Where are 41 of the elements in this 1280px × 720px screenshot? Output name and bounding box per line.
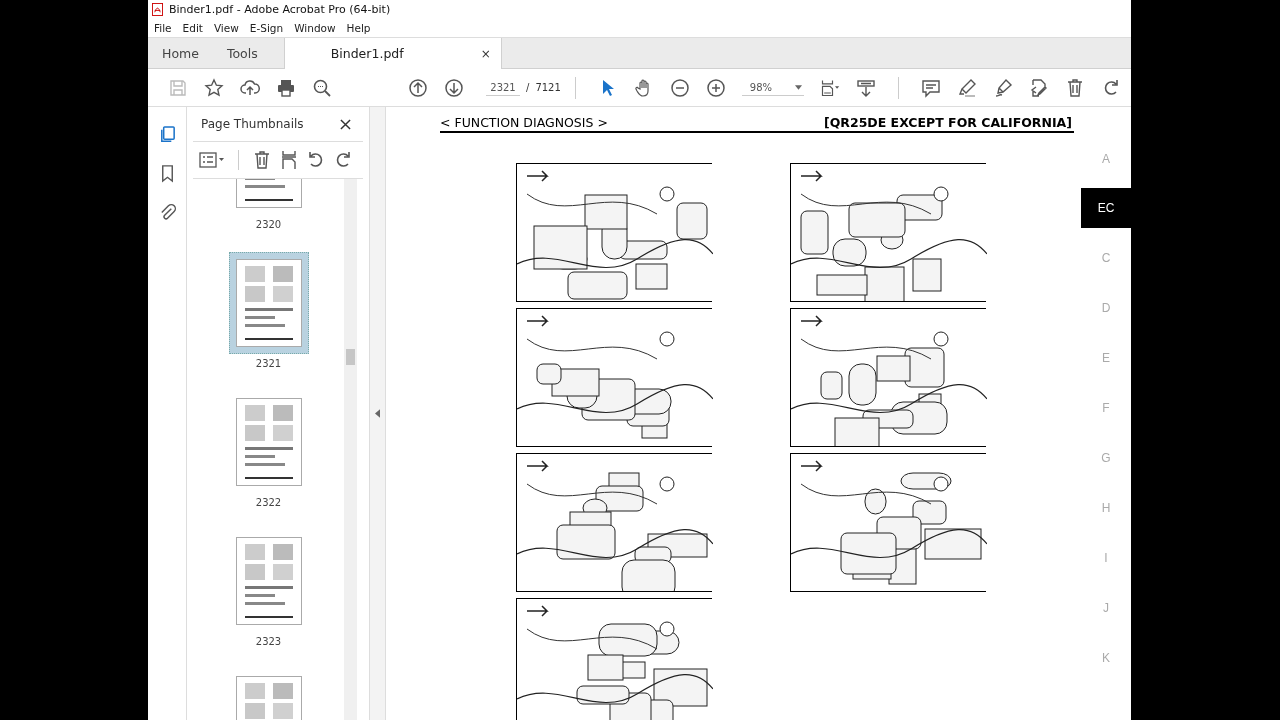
page-separator: / [526,82,530,93]
page-total: 7121 [535,82,561,93]
previous-page-icon[interactable] [408,77,428,98]
window-title: Binder1.pdf - Adobe Acrobat Pro (64-bit) [169,2,391,16]
panel-title: Page Thumbnails [201,117,304,131]
highlighter-icon[interactable] [956,77,977,98]
zoom-out-icon[interactable] [669,77,690,98]
scroll-mode-icon[interactable] [855,77,876,98]
scrollbar[interactable] [344,179,357,720]
close-icon[interactable] [340,118,351,130]
edit-document-icon[interactable] [1028,77,1049,98]
zoom-in-icon[interactable] [705,77,726,98]
menu-item[interactable]: File [154,21,172,34]
options-icon[interactable] [199,152,225,168]
menu-item[interactable]: Window [294,21,336,34]
page-number-field[interactable]: 2321 [486,79,520,96]
page-number: 2322 [255,497,282,508]
caret-icon[interactable] [794,84,802,90]
scrollbar-thumb[interactable] [346,349,355,365]
page-number: 2321 [255,358,282,369]
menu-item[interactable]: Help [346,21,371,34]
menu-item[interactable]: View [213,21,239,34]
zoom-dropdown[interactable]: 98% [741,79,804,96]
trash-icon[interactable] [252,150,272,170]
cloud-upload-icon[interactable] [240,77,260,98]
tab[interactable]: Binder1.pdf × [283,38,502,69]
comment-icon[interactable] [920,77,941,98]
page-number: 2323 [255,636,282,647]
index-tab[interactable]: EC [1081,188,1131,228]
menu-item[interactable]: Edit [182,21,203,34]
model-heading: [QR25DE EXCEPT FOR CALIFORNIA] [824,115,1072,130]
star-icon[interactable] [204,77,224,98]
page-number: 2320 [255,219,282,230]
page-thumbnail[interactable] [228,252,309,354]
search-icon[interactable] [312,77,332,98]
menu-item[interactable]: E-Sign [249,21,284,34]
insert-page-icon[interactable] [279,150,299,170]
next-page-icon[interactable] [444,77,464,98]
collapse-arrow-icon[interactable] [375,409,380,418]
print-icon[interactable] [276,77,296,98]
section-heading: < FUNCTION DIAGNOSIS > [440,115,608,130]
